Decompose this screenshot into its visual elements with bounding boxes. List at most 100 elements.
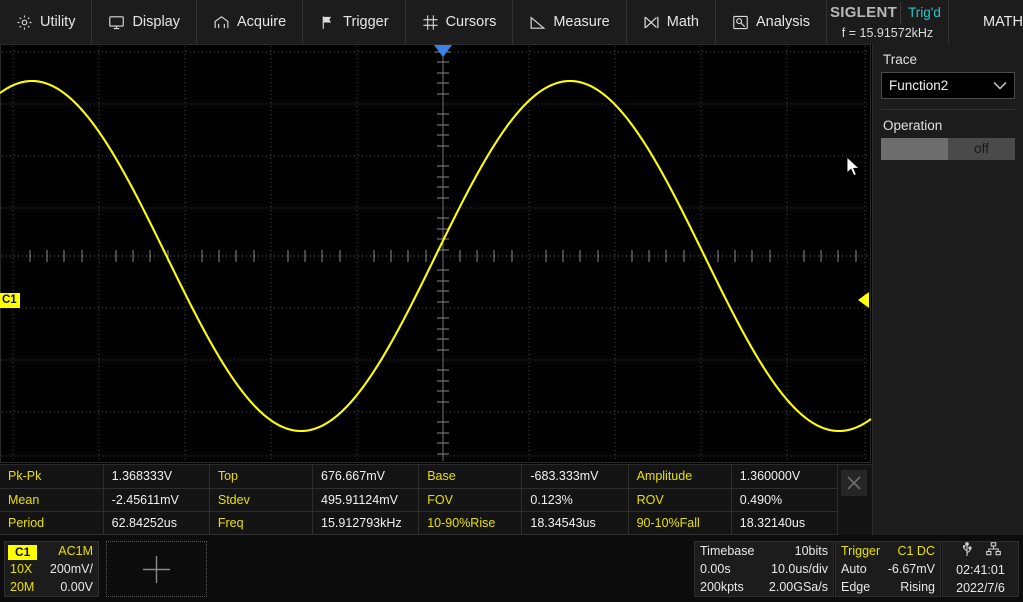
measure-label: Top — [209, 465, 314, 489]
measurement-table: Pk-Pk 1.368333V Top 676.667mV Base -683.… — [0, 464, 872, 535]
menu-label-display: Display — [132, 14, 180, 30]
math-panel-header: MATH — [949, 0, 1023, 48]
measure-value: 18.32140us — [731, 511, 839, 535]
channel1-badge: C1 — [8, 544, 38, 560]
panel-divider — [881, 109, 1015, 110]
menu-item-utility[interactable]: Utility — [0, 0, 93, 44]
measure-label: ROV — [628, 488, 732, 512]
measure-value: 0.123% — [521, 488, 629, 512]
measure-value: 15.912793kHz — [312, 511, 420, 535]
menu-item-math[interactable]: Math — [627, 0, 716, 44]
table-row: Mean -2.45611mV Stdev 495.91124mV FOV 0.… — [0, 488, 839, 512]
trigger-status-badge: Trig'd — [908, 5, 941, 20]
measure-label: 90-10%Fall — [628, 511, 732, 535]
math-icon — [643, 14, 660, 31]
chevron-down-icon — [993, 78, 1007, 93]
cursors-icon — [422, 14, 439, 31]
operation-toggle-value: off — [974, 141, 989, 156]
siglent-logo: SIGLENT — [827, 2, 901, 24]
c1-ground-level-marker[interactable] — [858, 292, 869, 308]
menu-label-math: Math — [666, 14, 699, 30]
gear-icon — [16, 14, 33, 31]
measure-label: Mean — [0, 488, 104, 512]
trace-group: Trace Function2 — [881, 52, 1015, 99]
menu-item-analysis[interactable]: Analysis — [716, 0, 827, 44]
timebase-row-2: 0.00s 10.0us/div — [695, 560, 833, 578]
channel1-coupling: AC1M — [58, 544, 93, 558]
trigger-type: Edge — [841, 580, 871, 594]
measure-icon — [529, 14, 546, 31]
menu-label-analysis: Analysis — [756, 14, 810, 30]
system-status-box: 02:41:01 2022/7/6 — [942, 541, 1019, 597]
frequency-readout: f = 15.91572kHz — [841, 26, 934, 40]
measure-label: 10-90%Rise — [418, 511, 523, 535]
trace-label: Trace — [883, 52, 918, 67]
waveform-display-area[interactable]: C1 — [0, 44, 872, 464]
measure-value: 18.34543us — [521, 511, 629, 535]
menu-item-display[interactable]: Display — [92, 0, 197, 44]
trigger-position-marker[interactable] — [434, 45, 452, 57]
channel1-scale: 200mV/ — [49, 562, 93, 576]
operation-toggle-knob — [881, 138, 948, 160]
trigger-slope: Rising — [900, 580, 935, 594]
math-side-panel: Trace Function2 Operation off — [872, 44, 1023, 535]
brand-status-box: SIGLENT Trig'd f = 15.91572kHz — [827, 0, 949, 44]
channel1-offset: 0.00V — [60, 580, 93, 594]
math-panel-title: MATH — [982, 14, 1023, 30]
timebase-row-1: Timebase 10bits — [695, 542, 833, 560]
trigger-level: -6.67mV — [887, 562, 935, 576]
menu-item-cursors[interactable]: Cursors — [406, 0, 514, 44]
channel1-row-3: 20M 0.00V — [5, 578, 98, 596]
system-time: 02:41:01 — [956, 563, 1005, 577]
timebase-status-box[interactable]: Timebase 10bits 0.00s 10.0us/div 200kpts… — [694, 541, 834, 597]
close-measurements-button[interactable] — [841, 470, 867, 496]
measure-value: 1.368333V — [103, 465, 210, 489]
close-icon — [847, 476, 861, 490]
measure-value: 495.91124mV — [312, 488, 420, 512]
analysis-icon — [732, 14, 749, 31]
timebase-delay: 0.00s — [700, 562, 731, 576]
acquire-icon — [213, 14, 230, 31]
measurement-grid: Pk-Pk 1.368333V Top 676.667mV Base -683.… — [0, 465, 839, 535]
measure-label: Base — [418, 465, 523, 489]
menu-item-acquire[interactable]: Acquire — [197, 0, 304, 44]
menu-item-measure[interactable]: Measure — [513, 0, 627, 44]
measure-value: 676.667mV — [312, 465, 420, 489]
measure-label: Stdev — [209, 488, 314, 512]
timebase-scale: 10.0us/div — [771, 562, 828, 576]
measure-label: Amplitude — [628, 465, 732, 489]
channel1-row-1: C1 AC1M — [5, 542, 98, 560]
measure-label: Period — [0, 511, 104, 535]
trigger-status-box[interactable]: Trigger C1 DC Auto -6.67mV Edge Rising — [835, 541, 941, 597]
operation-label: Operation — [883, 118, 943, 133]
channel1-status-box[interactable]: C1 AC1M 10X 200mV/ 20M 0.00V — [4, 541, 99, 597]
system-icons-row — [943, 541, 1018, 562]
table-row: Pk-Pk 1.368333V Top 676.667mV Base -683.… — [0, 465, 839, 489]
menu-item-trigger[interactable]: Trigger — [303, 0, 406, 44]
operation-toggle[interactable]: off — [881, 138, 1015, 160]
timebase-bits: 10bits — [794, 544, 828, 558]
timebase-memory: 200kpts — [700, 580, 744, 594]
channel1-probe: 10X — [10, 562, 33, 576]
measure-value: 62.84252us — [103, 511, 210, 535]
menu-label-measure: Measure — [553, 14, 610, 30]
operation-group: Operation off — [881, 118, 1015, 160]
monitor-icon — [108, 14, 125, 31]
measure-label: FOV — [418, 488, 523, 512]
trigger-row-1: Trigger C1 DC — [836, 542, 940, 560]
timebase-title: Timebase — [700, 544, 755, 558]
channel1-bandwidth: 20M — [10, 580, 35, 594]
c1-channel-tag[interactable]: C1 — [0, 293, 20, 308]
trigger-mode: Auto — [841, 562, 867, 576]
timebase-row-3: 200kpts 2.00GSa/s — [695, 578, 833, 596]
add-channel-placeholder[interactable] — [106, 541, 207, 597]
trigger-row-2: Auto -6.67mV — [836, 560, 940, 578]
trace-select[interactable]: Function2 — [881, 72, 1015, 99]
trace-select-value: Function2 — [889, 78, 949, 93]
plus-icon — [143, 556, 170, 583]
menu-label-cursors: Cursors — [445, 14, 497, 30]
usb-icon — [961, 541, 973, 562]
trigger-source: C1 DC — [897, 544, 935, 558]
timebase-samplerate: 2.00GSa/s — [768, 580, 828, 594]
trigger-row-3: Edge Rising — [836, 578, 940, 596]
